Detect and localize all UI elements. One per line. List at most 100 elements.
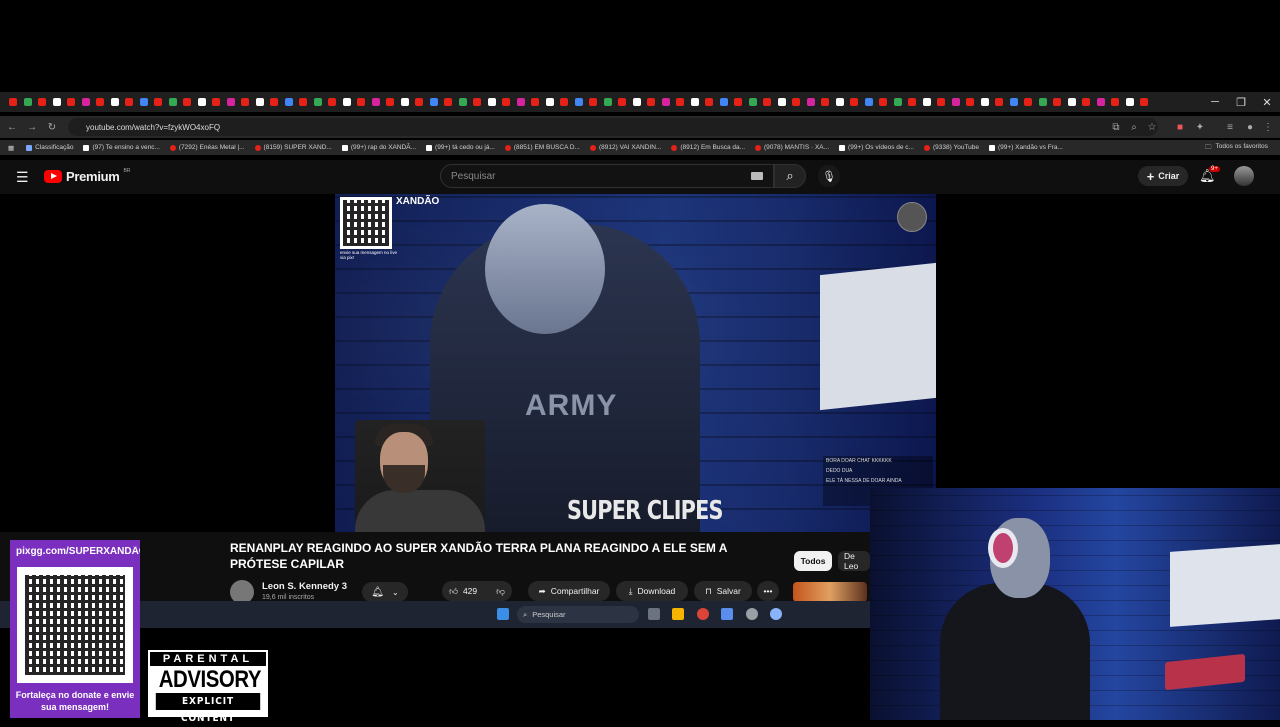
bookmark-item[interactable]: (8851) EM BUSCA D... [504, 144, 580, 151]
browser-tab[interactable] [586, 92, 601, 112]
zoom-icon[interactable]: ⌕ [1124, 122, 1144, 133]
browser-tab[interactable] [963, 92, 978, 112]
browser-tab[interactable] [267, 92, 282, 112]
voice-search-button[interactable]: 🎙 [818, 165, 840, 187]
more-actions-button[interactable]: ••• [757, 581, 779, 601]
browser-tab[interactable] [731, 92, 746, 112]
browser-tab[interactable] [1021, 92, 1036, 112]
search-input[interactable]: Pesquisar [440, 164, 774, 188]
browser-tab[interactable] [1137, 92, 1152, 112]
browser-tab[interactable] [137, 92, 152, 112]
apps-icon[interactable]: ▦ [8, 144, 14, 152]
dislike-button[interactable]: 👎︎ [496, 586, 505, 597]
browser-tab[interactable] [50, 92, 65, 112]
browser-tab[interactable] [920, 92, 935, 112]
browser-tab[interactable] [369, 92, 384, 112]
bookmark-item[interactable]: (8159) SUPER XAND... [254, 144, 332, 151]
profile-icon[interactable]: ● [1240, 122, 1260, 133]
media-icon[interactable]: ≡ [1220, 122, 1240, 133]
browser-tab[interactable] [601, 92, 616, 112]
extensions-puzzle-icon[interactable]: ✦ [1190, 122, 1210, 133]
recommended-thumbnail[interactable] [793, 582, 867, 602]
chrome-icon[interactable] [697, 608, 709, 620]
browser-tab[interactable] [1065, 92, 1080, 112]
browser-tab[interactable] [760, 92, 775, 112]
bookmark-star-icon[interactable]: ☆ [1142, 122, 1162, 133]
browser-tab[interactable] [847, 92, 862, 112]
browser-tab[interactable] [93, 92, 108, 112]
bookmark-item[interactable]: (99+) rap do XANDÃ... [341, 144, 416, 151]
bookmark-item[interactable]: (99+) Xandão vs Fra... [989, 144, 1063, 151]
browser-tab[interactable] [934, 92, 949, 112]
browser-tab[interactable] [891, 92, 906, 112]
channel-name[interactable]: Leon S. Kennedy 3 [262, 581, 347, 592]
browser-tab[interactable] [311, 92, 326, 112]
browser-tab[interactable] [572, 92, 587, 112]
file-explorer-icon[interactable] [672, 608, 684, 620]
browser-tab[interactable] [557, 92, 572, 112]
hamburger-menu-icon[interactable]: ☰ [16, 169, 29, 186]
bookmark-item[interactable]: (8912) Em Busca da... [671, 144, 745, 151]
bookmark-item[interactable]: Classificação [26, 144, 73, 151]
obs-icon[interactable] [746, 608, 758, 620]
browser-tab[interactable] [717, 92, 732, 112]
browser-tab[interactable] [122, 92, 137, 112]
browser-tab[interactable] [1123, 92, 1138, 112]
browser-tab[interactable] [702, 92, 717, 112]
browser-tab[interactable] [992, 92, 1007, 112]
browser-tab[interactable] [79, 92, 94, 112]
browser-tab[interactable] [441, 92, 456, 112]
browser-tab[interactable] [64, 92, 79, 112]
network-icon[interactable] [721, 608, 733, 620]
download-button[interactable]: ⤓ Download [616, 581, 688, 601]
browser-tab[interactable] [1050, 92, 1065, 112]
url-field[interactable]: youtube.com/watch?v=fzykWO4xoFQ [68, 118, 1158, 136]
browser-tab[interactable] [804, 92, 819, 112]
reload-icon[interactable]: ↻ [42, 122, 62, 133]
create-button[interactable]: + Criar [1138, 166, 1188, 186]
browser-tab[interactable] [1007, 92, 1022, 112]
browser-tab[interactable] [1079, 92, 1094, 112]
close-window-icon[interactable]: ✕ [1254, 92, 1280, 112]
maximize-icon[interactable]: ❐ [1228, 92, 1254, 112]
browser-tab[interactable] [253, 92, 268, 112]
minimize-icon[interactable]: ─ [1202, 92, 1228, 112]
forward-icon[interactable]: → [22, 122, 42, 133]
menu-icon[interactable]: ⋮ [1258, 122, 1278, 133]
browser-tab[interactable] [238, 92, 253, 112]
browser-tab[interactable] [485, 92, 500, 112]
chip-all[interactable]: Todos [794, 551, 832, 571]
browser-tab[interactable] [905, 92, 920, 112]
bookmark-item[interactable]: (97) Te ensino a venc... [83, 144, 160, 151]
browser-tab[interactable] [166, 92, 181, 112]
browser-tab[interactable] [325, 92, 340, 112]
windows-start-icon[interactable] [497, 608, 509, 620]
search-button[interactable]: ⌕ [774, 164, 806, 188]
bookmark-item[interactable]: (7292) Enéas Metal |... [169, 144, 245, 151]
browser-tab[interactable] [833, 92, 848, 112]
browser-tab[interactable] [296, 92, 311, 112]
browser-tab[interactable] [978, 92, 993, 112]
browser-tab[interactable] [383, 92, 398, 112]
bookmark-item[interactable]: (8912) VAI XANDIN... [589, 144, 661, 151]
subscription-bell-button[interactable]: 🔔︎ ⌄ [362, 582, 408, 602]
chip-channel[interactable]: De Leo [838, 551, 870, 571]
bookmark-item[interactable]: (9338) YouTube [923, 144, 979, 151]
browser-tab[interactable] [224, 92, 239, 112]
youtube-premium-logo[interactable]: Premium BR [44, 168, 130, 184]
browser-tab[interactable] [282, 92, 297, 112]
browser-tab[interactable] [673, 92, 688, 112]
browser-tab[interactable] [862, 92, 877, 112]
install-icon[interactable]: ⧉ [1106, 122, 1126, 133]
bookmark-item[interactable]: (99+) Os vídeos de c... [839, 144, 914, 151]
browser-tab[interactable] [1036, 92, 1051, 112]
browser-tab[interactable] [412, 92, 427, 112]
bookmark-item[interactable]: (99+) tá cedo ou já... [426, 144, 495, 151]
browser-tab[interactable] [876, 92, 891, 112]
share-button[interactable]: ➦ Compartilhar [528, 581, 610, 601]
browser-tab[interactable] [499, 92, 514, 112]
back-icon[interactable]: ← [2, 122, 22, 133]
browser-tab[interactable] [644, 92, 659, 112]
browser-tab[interactable] [789, 92, 804, 112]
browser-tab[interactable] [1108, 92, 1123, 112]
